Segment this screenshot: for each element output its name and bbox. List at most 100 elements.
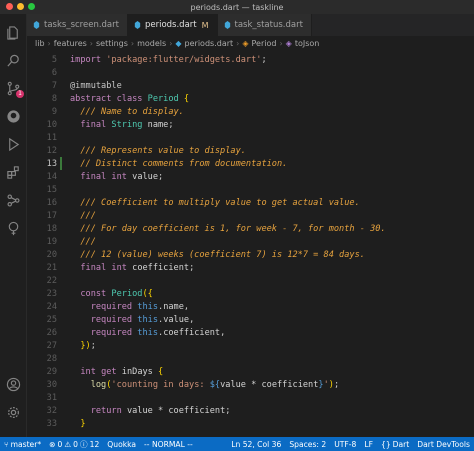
search-icon[interactable] — [5, 52, 22, 69]
remote-explorer-icon[interactable] — [5, 192, 22, 209]
devtools-label: Dart DevTools — [417, 439, 470, 449]
quokka-label: Quokka — [107, 439, 137, 449]
code-line[interactable]: 25 required this.value, — [27, 313, 474, 326]
class-symbol-icon: ◈ — [242, 38, 249, 48]
code-line[interactable]: 14 final int value; — [27, 170, 474, 183]
dart-file-icon — [33, 21, 40, 29]
encoding[interactable]: UTF-8 — [330, 440, 360, 449]
github-icon[interactable] — [5, 108, 22, 125]
tab-tasks-screen[interactable]: tasks_screen.dart — [27, 14, 128, 36]
code-line[interactable]: 17 /// — [27, 209, 474, 222]
code-line[interactable]: 28 — [27, 352, 474, 365]
quokka-indicator[interactable]: Quokka — [103, 440, 140, 449]
line-number: 6 — [51, 67, 57, 78]
minimize-window-button[interactable] — [17, 3, 24, 10]
line-number: 19 — [46, 236, 57, 247]
branch-name: master* — [10, 439, 42, 449]
line-number: 29 — [46, 366, 57, 377]
code-line[interactable]: 23 const Period({ — [27, 287, 474, 300]
code-line[interactable]: 27 }); — [27, 339, 474, 352]
code-line[interactable]: 6 — [27, 66, 474, 79]
code-text: /// — [80, 236, 96, 247]
maximize-window-button[interactable] — [28, 3, 35, 10]
line-number: 32 — [46, 405, 57, 416]
line-number: 30 — [46, 379, 57, 390]
breadcrumb-item[interactable]: features — [54, 39, 87, 48]
code-line[interactable]: 29 int get inDays { — [27, 365, 474, 378]
code-line[interactable]: 7 @immutable — [27, 79, 474, 92]
code-text: return value * coefficient; — [90, 405, 231, 416]
settings-gear-icon[interactable] — [5, 404, 22, 421]
end-of-line[interactable]: LF — [360, 440, 377, 449]
close-window-button[interactable] — [6, 3, 13, 10]
breadcrumb-item[interactable]: periods.dart — [185, 39, 234, 48]
tab-task-status[interactable]: task_status.dart — [217, 14, 312, 36]
language-mode[interactable]: {} Dart — [377, 440, 413, 449]
branch-icon: ⑂ — [4, 439, 9, 449]
code-line[interactable]: 31 — [27, 391, 474, 404]
account-icon[interactable] — [5, 376, 22, 393]
error-icon: ⊗ — [49, 439, 56, 449]
extensions-icon[interactable] — [5, 164, 22, 181]
code-line[interactable]: 5 import 'package:flutter/widgets.dart'; — [27, 53, 474, 66]
dart-file-icon — [134, 21, 141, 29]
code-line[interactable]: 11 — [27, 131, 474, 144]
breadcrumb-item[interactable]: lib — [35, 39, 45, 48]
line-number: 27 — [46, 340, 57, 351]
files-icon[interactable] — [5, 24, 22, 41]
code-line[interactable]: 20 /// 12 (value) weeks (coefficient 7) … — [27, 248, 474, 261]
tab-periods[interactable]: periods.dart M — [127, 14, 218, 36]
code-text: import 'package:flutter/widgets.dart'; — [70, 54, 267, 65]
line-number: 20 — [46, 249, 57, 260]
code-line[interactable]: 12 /// Represents value to display. — [27, 144, 474, 157]
code-line[interactable]: 30 log('counting in days: ${value * coef… — [27, 378, 474, 391]
line-number: 18 — [46, 223, 57, 234]
code-editor[interactable]: 5 import 'package:flutter/widgets.dart'; 6… — [27, 50, 474, 437]
git-change-marker — [60, 157, 62, 170]
code-line[interactable]: 22 — [27, 274, 474, 287]
indentation[interactable]: Spaces: 2 — [285, 440, 330, 449]
tree-icon[interactable] — [5, 220, 22, 237]
code-line[interactable]: 33 } — [27, 417, 474, 430]
dart-devtools[interactable]: Dart DevTools — [413, 440, 474, 449]
code-text: final int value; — [80, 171, 164, 182]
line-number: 16 — [46, 197, 57, 208]
code-text: required this.name, — [90, 301, 190, 312]
breadcrumb-item[interactable]: settings — [96, 39, 128, 48]
code-line[interactable]: 24 required this.name, — [27, 300, 474, 313]
line-number: 7 — [51, 80, 57, 91]
code-line[interactable]: 9 /// Name to display. — [27, 105, 474, 118]
line-number: 15 — [46, 184, 57, 195]
cursor-position[interactable]: Ln 52, Col 36 — [227, 440, 285, 449]
code-line[interactable]: 16 /// Coefficient to multiply value to … — [27, 196, 474, 209]
source-control-icon[interactable]: 1 — [5, 80, 24, 98]
branch-indicator[interactable]: ⑂ master* — [0, 440, 45, 449]
code-line[interactable]: 21 final int coefficient; — [27, 261, 474, 274]
run-debug-icon[interactable] — [5, 136, 22, 153]
code-line[interactable]: 15 — [27, 183, 474, 196]
error-count: 0 — [57, 439, 63, 449]
chevron-right-icon: › — [47, 38, 51, 48]
line-number: 33 — [46, 418, 57, 429]
code-line[interactable]: 10 final String name; — [27, 118, 474, 131]
code-line[interactable]: 8 abstract class Period { — [27, 92, 474, 105]
line-number: 24 — [46, 301, 57, 312]
activity-bar: 1 — [0, 14, 27, 437]
breadcrumb-item[interactable]: Period — [252, 39, 277, 48]
line-number: 8 — [51, 93, 57, 104]
code-text: /// Represents value to display. — [80, 145, 246, 156]
breadcrumb-item[interactable]: models — [137, 39, 166, 48]
code-line[interactable]: 19 /// — [27, 235, 474, 248]
language-label: Dart — [392, 439, 410, 449]
code-line[interactable]: 32 return value * coefficient; — [27, 404, 474, 417]
code-text: } — [80, 418, 86, 429]
code-line[interactable]: 18 /// For day coefficient is 1, for wee… — [27, 222, 474, 235]
code-line[interactable]: 13 // Distinct comments from documentati… — [27, 157, 474, 170]
line-number: 13 — [46, 158, 57, 169]
line-number: 28 — [46, 353, 57, 364]
code-line[interactable]: 26 required this.coefficient, — [27, 326, 474, 339]
line-number: 10 — [46, 119, 57, 130]
code-text: @immutable — [70, 80, 122, 91]
problems-indicator[interactable]: ⊗ 0 ⚠ 0 ⓘ 12 — [45, 439, 103, 450]
breadcrumb-item[interactable]: toJson — [295, 39, 320, 48]
